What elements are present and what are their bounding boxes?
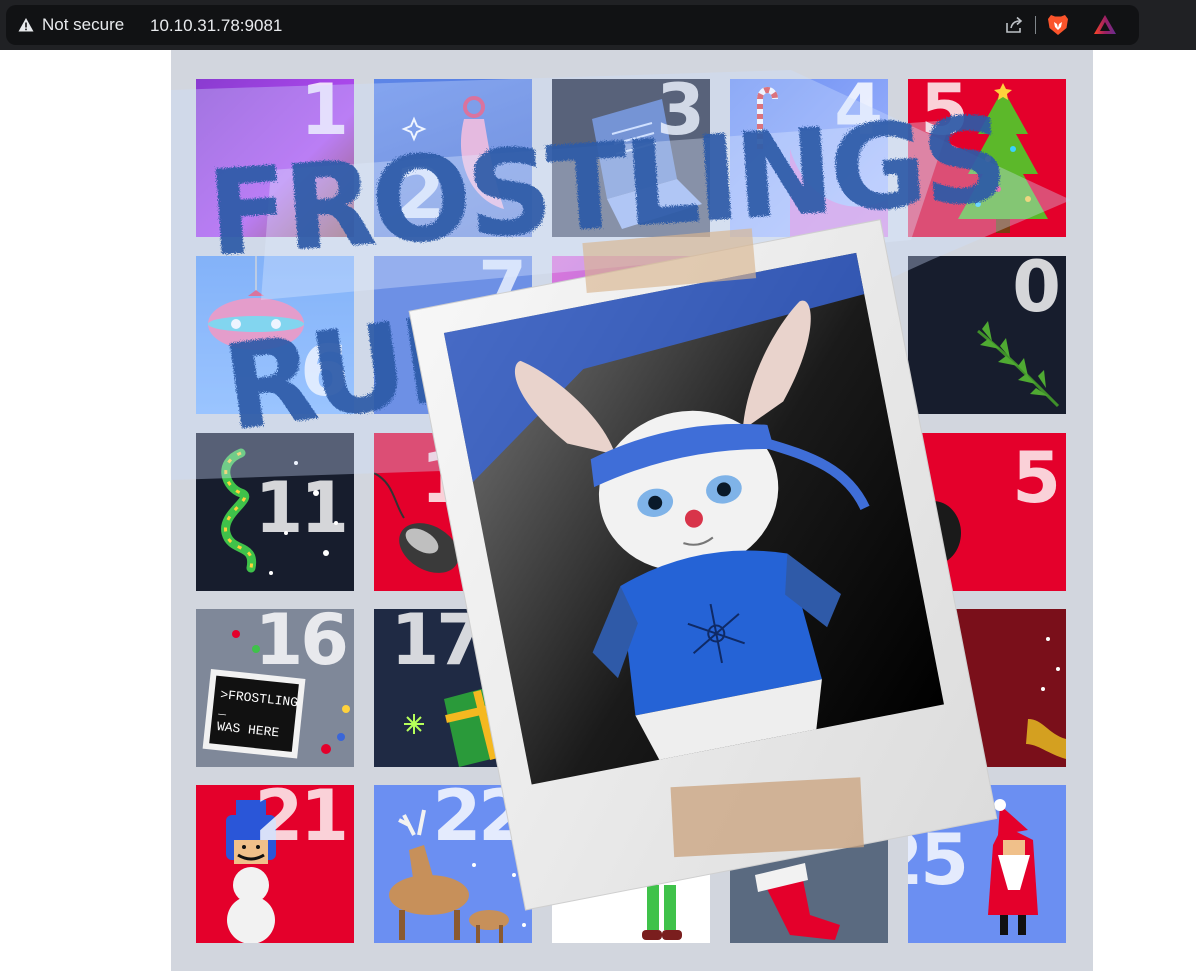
day-number: 16 <box>254 609 349 681</box>
security-indicator[interactable]: Not secure <box>18 15 125 34</box>
url-text[interactable]: 10.10.31.78:9081 <box>150 16 282 36</box>
calendar-day-16[interactable]: >FROSTLING _ WAS HERE 16 <box>196 609 354 767</box>
calendar-day-5[interactable]: 5 <box>908 79 1066 237</box>
toolbar-separator <box>1035 16 1036 34</box>
browser-toolbar: Not secure 10.10.31.78:9081 <box>0 0 1196 50</box>
calendar-day-3[interactable]: 3 <box>552 79 710 237</box>
day-number: 1 <box>300 79 349 151</box>
svg-text:_: _ <box>217 702 228 718</box>
day-number: 3 <box>656 79 705 151</box>
share-icon[interactable] <box>1004 15 1024 35</box>
frostling-polaroid-photo <box>408 219 998 911</box>
security-label: Not secure <box>42 15 125 34</box>
day-number: 4 <box>834 79 883 151</box>
brave-lion-icon[interactable] <box>1047 13 1069 37</box>
calendar-day-4[interactable]: 4 <box>730 79 888 237</box>
address-bar[interactable]: Not secure 10.10.31.78:9081 <box>6 5 1139 45</box>
day-number: 5 <box>1012 437 1061 519</box>
calendar-day-1[interactable]: 1 <box>196 79 354 237</box>
brave-rewards-triangle-icon[interactable] <box>1093 14 1117 36</box>
warning-icon <box>18 18 34 32</box>
advent-calendar-board: 1 2 3 4 5 6 7 0 11 5 >FROSTLING _ WAS HE… <box>171 50 1093 971</box>
day-number: 5 <box>920 79 969 151</box>
day-number: 11 <box>254 467 349 549</box>
day-number: 2 <box>396 153 445 235</box>
calendar-day-11[interactable]: 11 <box>196 433 354 591</box>
calendar-day-6[interactable]: 6 <box>196 256 354 414</box>
calendar-day-2[interactable]: 2 <box>374 79 532 237</box>
day-number: 6 <box>300 330 349 412</box>
calendar-day-21[interactable]: 21 <box>196 785 354 943</box>
day-number: 0 <box>1012 256 1061 328</box>
day-number: 21 <box>254 785 349 857</box>
